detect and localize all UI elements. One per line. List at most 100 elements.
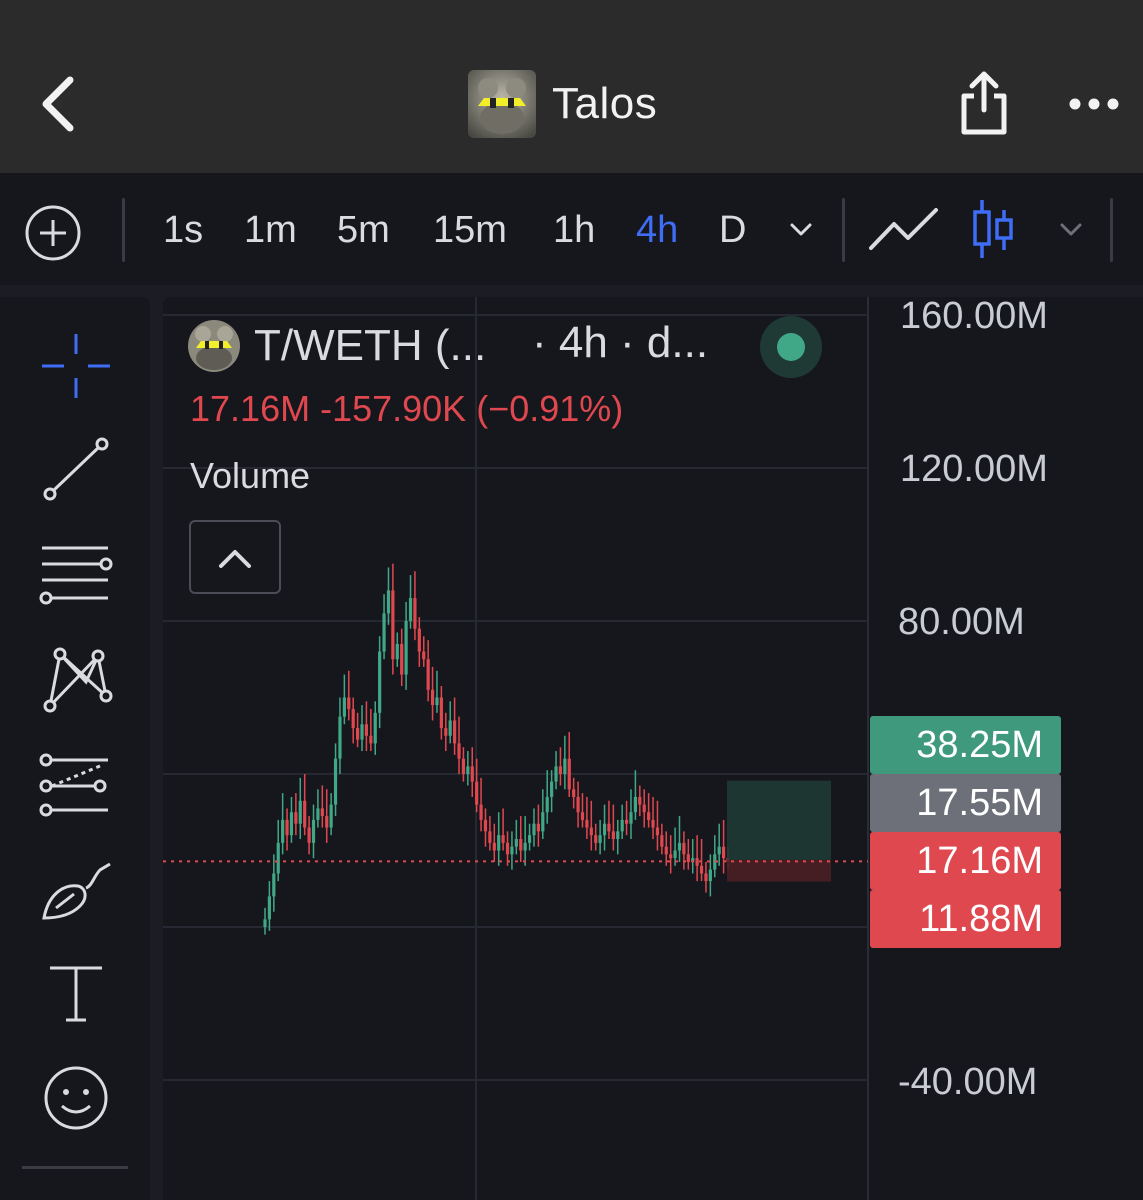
more-options-button[interactable] [1066, 88, 1122, 120]
candle-body [669, 854, 673, 859]
candle-body [448, 720, 452, 736]
back-button[interactable] [32, 72, 88, 136]
candle-body [351, 708, 355, 729]
y-axis-tick: -40.00M [898, 1061, 1038, 1103]
candle-body [289, 812, 294, 836]
text-tool[interactable] [38, 962, 114, 1034]
candle-body [430, 689, 435, 706]
emoji-tool[interactable] [38, 1062, 114, 1134]
candle-body [611, 831, 615, 840]
candle-body [395, 643, 399, 660]
candle-body [267, 896, 272, 920]
candle-body [633, 796, 637, 813]
candle-body [594, 835, 598, 843]
collapse-legend-button[interactable] [189, 520, 281, 594]
text-icon [50, 966, 102, 1022]
candle-body [470, 766, 474, 782]
candle-body [545, 796, 549, 813]
candle-body [554, 766, 558, 782]
candle-body [281, 819, 285, 843]
chevron-down-icon [790, 223, 812, 236]
candle-body [655, 827, 660, 836]
brush-tool[interactable] [38, 856, 114, 928]
candle-body [444, 728, 448, 736]
interval-1h[interactable]: 1h [553, 205, 595, 255]
share-button[interactable] [956, 66, 1012, 138]
interval-1s[interactable]: 1s [163, 205, 203, 255]
candle-body [488, 831, 492, 843]
candle-body [717, 846, 721, 855]
chart-legend[interactable]: T/WETH (... · 4h · d... [188, 318, 708, 374]
smiley-icon [44, 1066, 108, 1130]
interval-d[interactable]: D [719, 205, 746, 255]
candle-body [426, 659, 430, 690]
fib-retracement-tool[interactable] [38, 540, 114, 612]
candle-body [466, 766, 470, 774]
interval-dropdown-button[interactable] [786, 220, 816, 240]
candle-body [413, 598, 417, 629]
candle-body [311, 819, 316, 843]
candle-body [664, 846, 668, 855]
candle-body [391, 590, 395, 660]
toolbar-divider [22, 1166, 128, 1169]
candle-body [435, 697, 439, 706]
pattern-icon [43, 647, 113, 713]
candle-body [408, 598, 413, 621]
candle-body [347, 697, 351, 709]
candle-body [721, 846, 726, 859]
toolbar-divider [1110, 198, 1113, 262]
symbol-label[interactable]: T/WETH (... [254, 321, 486, 371]
candle-body [453, 720, 457, 744]
candle-body [501, 835, 505, 843]
ohlc-values: 17.16M -157.90K (−0.91%) [190, 388, 624, 429]
candle-body [695, 858, 699, 866]
chevron-down-icon [1060, 223, 1082, 236]
interval-4h[interactable]: 4h [636, 205, 678, 255]
candle-body [303, 800, 307, 828]
candle-body [629, 812, 633, 824]
plus-circle-icon [25, 205, 81, 261]
chevron-left-icon [42, 76, 74, 132]
candle-body [422, 651, 426, 660]
pattern-tool[interactable] [38, 642, 114, 714]
line-chart-icon [869, 208, 938, 250]
share-icon [961, 71, 1007, 135]
y-axis-tick: 160.00M [900, 295, 1048, 337]
candle-body [497, 835, 501, 851]
candle-body [382, 613, 386, 652]
interval-15m[interactable]: 15m [433, 205, 507, 255]
add-indicator-button[interactable] [24, 204, 82, 262]
line-chart-type-button[interactable] [868, 204, 940, 254]
candle-body [505, 842, 510, 855]
candle-body [461, 758, 466, 774]
interval-5m[interactable]: 5m [337, 205, 390, 255]
trend-line-tool[interactable] [38, 434, 114, 506]
candle-body [320, 808, 324, 817]
trend-line-icon [43, 437, 109, 501]
candle-body [682, 842, 686, 855]
candle-body [364, 724, 369, 736]
interval-1m[interactable]: 1m [244, 205, 297, 255]
candle-body [272, 873, 276, 897]
status-dot [777, 333, 805, 361]
candle-body [638, 796, 642, 805]
candle-body [620, 819, 624, 832]
volume-indicator-label[interactable]: Volume [190, 455, 310, 497]
stop-price-label: 11.88M [870, 890, 1061, 948]
candle-body [298, 800, 302, 824]
candle-body [585, 819, 589, 828]
forecast-tool[interactable] [38, 750, 114, 822]
target-price-label: 38.25M [870, 716, 1061, 774]
candlestick-chart-type-button[interactable] [970, 198, 1016, 260]
candle-body [624, 819, 629, 824]
candle-body [602, 823, 607, 836]
candle-body [550, 781, 554, 797]
y-axis-tick: 120.00M [900, 448, 1048, 490]
candle-body [342, 697, 346, 717]
candle-body [325, 816, 329, 828]
toolbar-divider [122, 198, 125, 262]
market-status-indicator[interactable] [760, 316, 822, 378]
crosshair-tool[interactable] [38, 330, 114, 402]
chart-type-dropdown-button[interactable] [1056, 220, 1086, 240]
candle-body [673, 850, 677, 859]
